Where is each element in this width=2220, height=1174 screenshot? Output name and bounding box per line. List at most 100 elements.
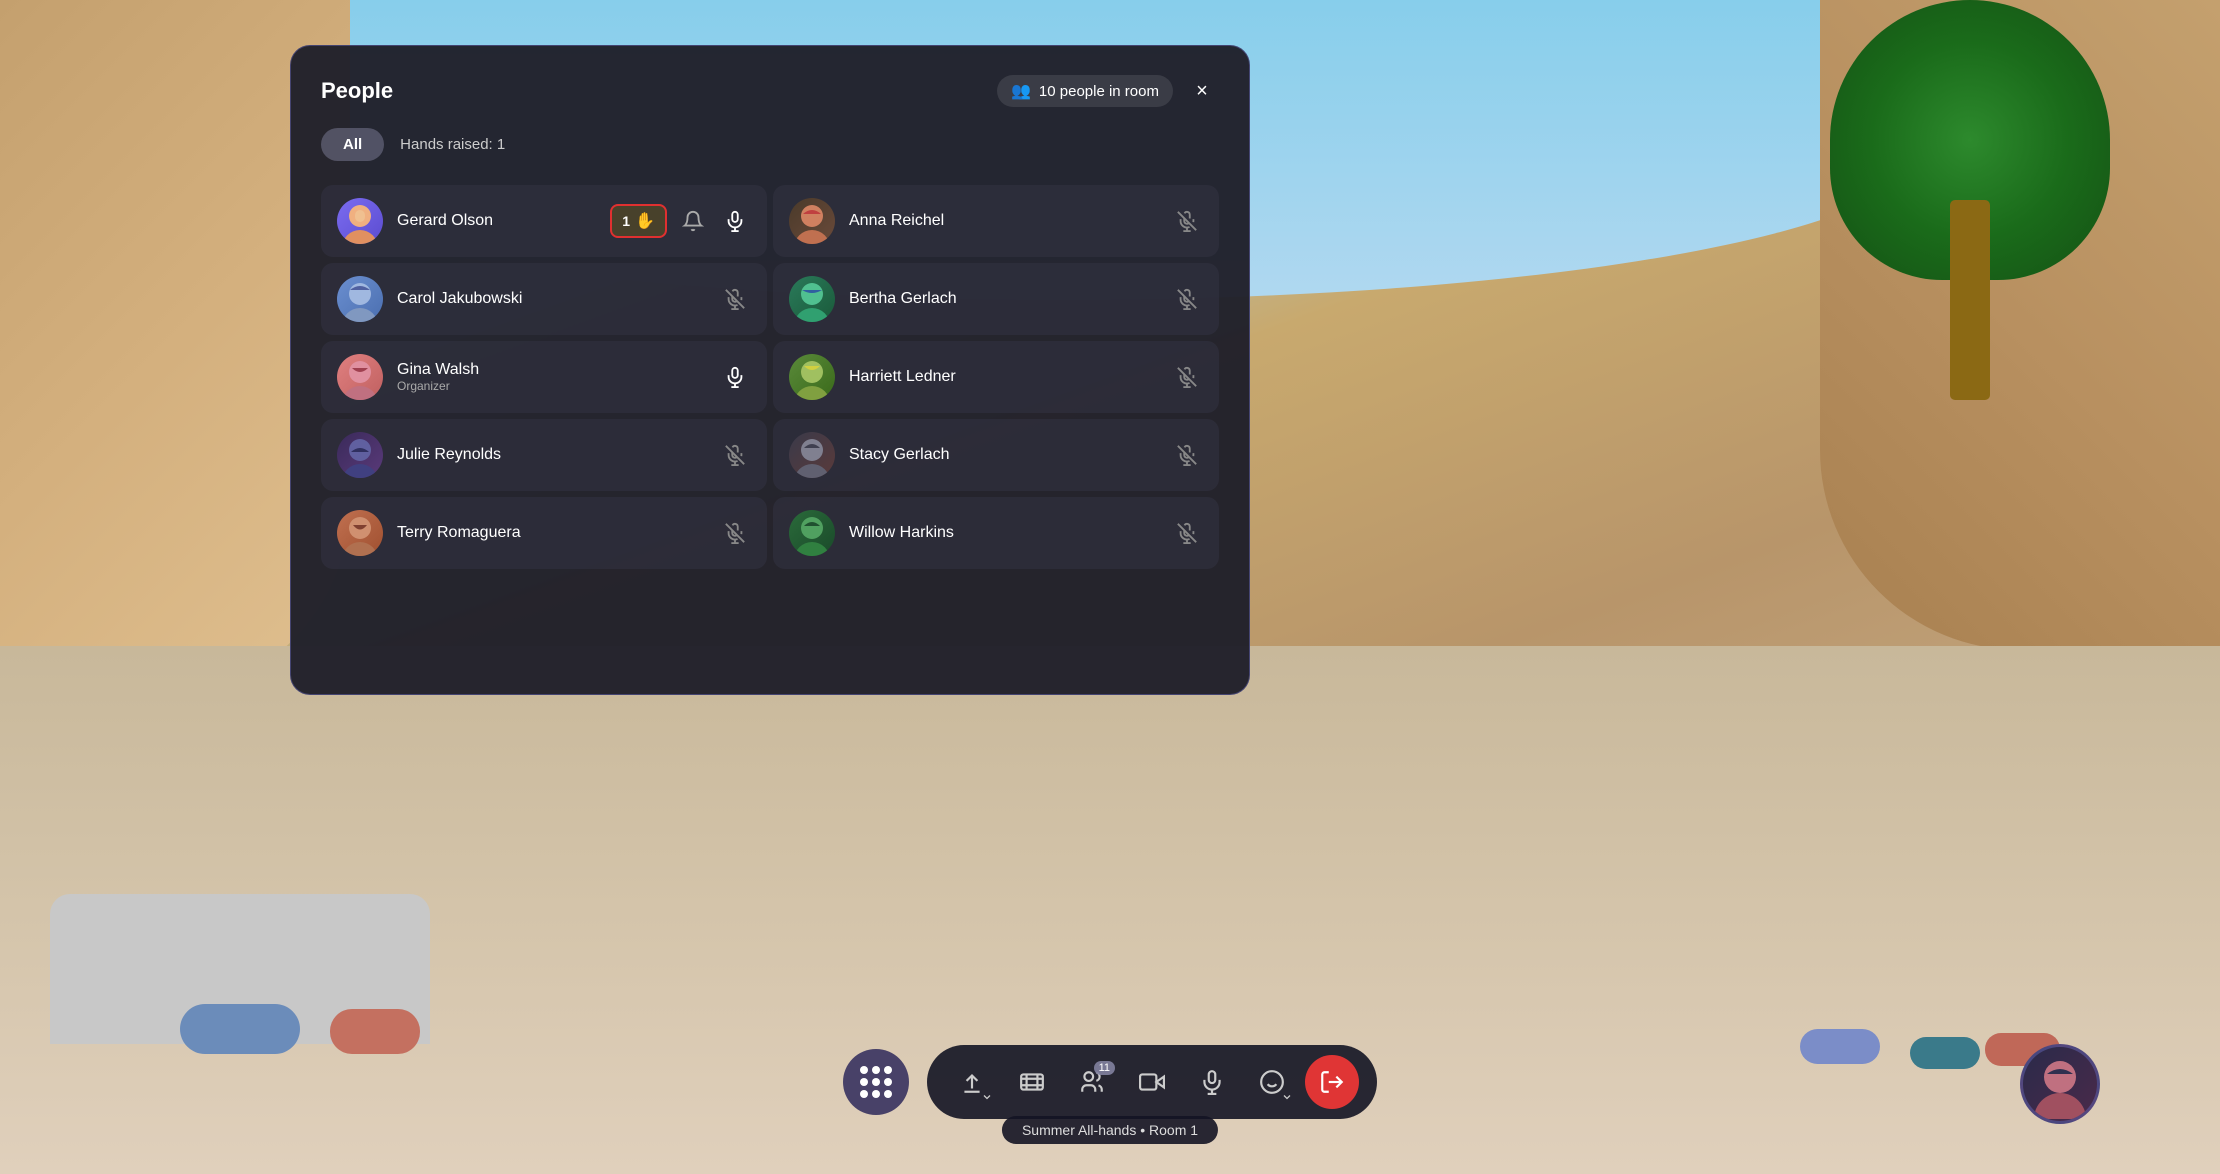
person-info-carol: Carol Jakubowski xyxy=(397,290,705,308)
person-name-julie: Julie Reynolds xyxy=(397,446,705,464)
people-button[interactable]: 11 xyxy=(1065,1055,1119,1109)
mic-muted-icon-stacy[interactable] xyxy=(1171,439,1203,471)
person-actions-bertha xyxy=(1171,283,1203,315)
mic-muted-icon-carol[interactable] xyxy=(719,283,751,315)
grid-icon xyxy=(860,1066,892,1098)
person-actions-carol xyxy=(719,283,751,315)
people-grid: Gerard Olson 1 ✋ xyxy=(321,185,1219,569)
mic-muted-icon-terry[interactable] xyxy=(719,517,751,549)
person-info-terry: Terry Romaguera xyxy=(397,524,705,542)
person-info-bertha: Bertha Gerlach xyxy=(849,290,1157,308)
people-count-badge-toolbar: 11 xyxy=(1094,1061,1115,1075)
bottom-toolbar: 11 xyxy=(843,1045,1377,1119)
tree-trunk xyxy=(1950,200,1990,400)
mic-icon-gerard[interactable] xyxy=(719,205,751,237)
person-actions-stacy xyxy=(1171,439,1203,471)
toolbar-pill: 11 xyxy=(927,1045,1377,1119)
emoji-chevron-icon xyxy=(1281,1091,1293,1103)
person-name-terry: Terry Romaguera xyxy=(397,524,705,542)
avatar-willow xyxy=(789,510,835,556)
cushion-teal xyxy=(1910,1037,1980,1069)
person-row-bertha[interactable]: Bertha Gerlach xyxy=(773,263,1219,335)
avatar-bertha xyxy=(789,276,835,322)
people-count-badge: 👥 10 people in room xyxy=(997,75,1173,107)
mic-muted-icon-willow[interactable] xyxy=(1171,517,1203,549)
mic-muted-icon-anna[interactable] xyxy=(1171,205,1203,237)
hand-count: 1 xyxy=(622,213,630,229)
cushion-blue xyxy=(180,1004,300,1054)
people-panel: People 👥 10 people in room × All Hands r… xyxy=(290,45,1250,695)
mic-button[interactable] xyxy=(1185,1055,1239,1109)
person-row-carol[interactable]: Carol Jakubowski xyxy=(321,263,767,335)
person-actions-gina xyxy=(719,361,751,393)
leave-icon xyxy=(1319,1069,1345,1095)
person-info-harriett: Harriett Ledner xyxy=(849,368,1157,386)
person-actions-harriett xyxy=(1171,361,1203,393)
mic-muted-icon-harriett[interactable] xyxy=(1171,361,1203,393)
mic-icon-gina[interactable] xyxy=(719,361,751,393)
hand-emoji-icon: ✋ xyxy=(635,211,655,231)
person-info-gina: Gina Walsh Organizer xyxy=(397,361,705,393)
panel-header: People 👥 10 people in room × xyxy=(321,74,1219,108)
bg-tree xyxy=(1820,0,2120,400)
tab-all[interactable]: All xyxy=(321,128,384,161)
tab-hands-raised[interactable]: Hands raised: 1 xyxy=(396,128,509,161)
person-info-julie: Julie Reynolds xyxy=(397,446,705,464)
present-button[interactable] xyxy=(945,1055,999,1109)
person-row-stacy[interactable]: Stacy Gerlach xyxy=(773,419,1219,491)
cushion-purple xyxy=(1800,1029,1880,1064)
person-info-stacy: Stacy Gerlach xyxy=(849,446,1157,464)
person-name-anna: Anna Reichel xyxy=(849,212,1157,230)
person-row-julie[interactable]: Julie Reynolds xyxy=(321,419,767,491)
person-actions-willow xyxy=(1171,517,1203,549)
person-row-anna[interactable]: Anna Reichel xyxy=(773,185,1219,257)
person-actions-terry xyxy=(719,517,751,549)
person-info-anna: Anna Reichel xyxy=(849,212,1157,230)
close-button[interactable]: × xyxy=(1185,74,1219,108)
bell-icon[interactable] xyxy=(677,205,709,237)
avatar-stacy xyxy=(789,432,835,478)
person-actions-julie xyxy=(719,439,751,471)
hand-raised-badge: 1 ✋ xyxy=(610,204,667,238)
person-row-harriett[interactable]: Harriett Ledner xyxy=(773,341,1219,413)
person-name-stacy: Stacy Gerlach xyxy=(849,446,1157,464)
person-row-gerard[interactable]: Gerard Olson 1 ✋ xyxy=(321,185,767,257)
person-row-terry[interactable]: Terry Romaguera xyxy=(321,497,767,569)
mic-muted-icon-julie[interactable] xyxy=(719,439,751,471)
avatar-gina xyxy=(337,354,383,400)
person-actions-gerard: 1 ✋ xyxy=(610,204,751,238)
tabs: All Hands raised: 1 xyxy=(321,128,1219,161)
avatar-julie xyxy=(337,432,383,478)
person-name-gerard: Gerard Olson xyxy=(397,212,596,230)
avatar-anna xyxy=(789,198,835,244)
mic-muted-icon-bertha[interactable] xyxy=(1171,283,1203,315)
person-row-willow[interactable]: Willow Harkins xyxy=(773,497,1219,569)
present-chevron-icon xyxy=(981,1091,993,1103)
person-row-gina[interactable]: Gina Walsh Organizer xyxy=(321,341,767,413)
camera-button[interactable] xyxy=(1125,1055,1179,1109)
leave-button[interactable] xyxy=(1305,1055,1359,1109)
people-count-icon: 👥 xyxy=(1011,81,1031,101)
person-info-willow: Willow Harkins xyxy=(849,524,1157,542)
panel-title: People xyxy=(321,78,393,104)
grid-button[interactable] xyxy=(843,1049,909,1115)
avatar-harriett xyxy=(789,354,835,400)
avatar-terry xyxy=(337,510,383,556)
person-name-willow: Willow Harkins xyxy=(849,524,1157,542)
mic-icon xyxy=(1199,1069,1225,1095)
self-avatar[interactable] xyxy=(2020,1044,2100,1124)
avatar-gerard xyxy=(337,198,383,244)
emoji-button[interactable] xyxy=(1245,1055,1299,1109)
person-name-bertha: Bertha Gerlach xyxy=(849,290,1157,308)
room-label: Summer All-hands • Room 1 xyxy=(1002,1116,1218,1144)
content-button[interactable] xyxy=(1005,1055,1059,1109)
person-name-carol: Carol Jakubowski xyxy=(397,290,705,308)
avatar-carol xyxy=(337,276,383,322)
people-count-text: 10 people in room xyxy=(1039,83,1159,100)
cushion-red xyxy=(330,1009,420,1054)
camera-icon xyxy=(1139,1069,1165,1095)
person-actions-anna xyxy=(1171,205,1203,237)
person-name-gina: Gina Walsh xyxy=(397,361,705,379)
person-info-gerard: Gerard Olson xyxy=(397,212,596,230)
person-role-gina: Organizer xyxy=(397,379,705,393)
